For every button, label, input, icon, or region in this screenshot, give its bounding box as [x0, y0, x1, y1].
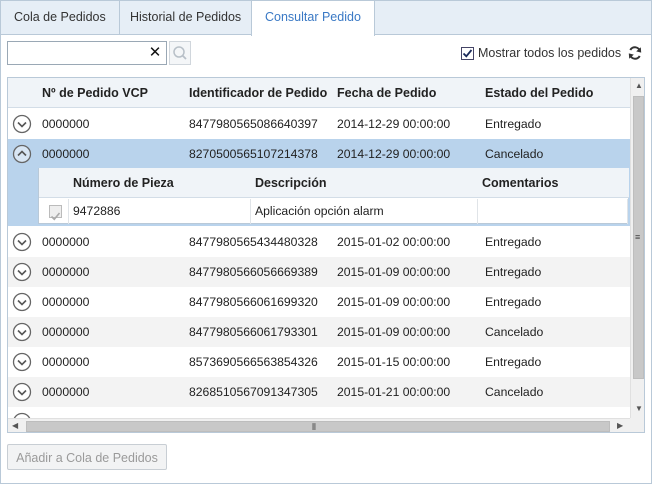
- expand-icon[interactable]: [12, 232, 32, 252]
- cell-order-id: 8477980566061793301: [189, 325, 318, 339]
- col-header-order-date[interactable]: Fecha de Pedido: [337, 78, 436, 108]
- cell-order-date: 2014-12-29 00:00:00: [337, 117, 451, 131]
- table-row[interactable]: 0000000 8477980565086640397 2014-12-29 0…: [8, 109, 630, 139]
- orders-grid: Nº de Pedido VCP Identificador de Pedido…: [7, 77, 645, 433]
- scrollbar-corner: [630, 418, 644, 432]
- refresh-icon: [628, 46, 642, 60]
- cell-vcp: 0000000: [42, 325, 90, 339]
- cell-order-status: Entregado: [485, 295, 542, 309]
- cell-vcp: 0000000: [42, 295, 90, 309]
- expand-icon[interactable]: [12, 382, 32, 402]
- tab-historial-de-pedidos[interactable]: Historial de Pedidos: [117, 1, 256, 35]
- grid-header: Nº de Pedido VCP Identificador de Pedido…: [8, 78, 630, 108]
- cell-vcp: 0000000: [42, 235, 90, 249]
- cell-order-id: 8270500565107214378: [189, 147, 318, 161]
- scroll-down-icon[interactable]: ▼: [635, 404, 643, 414]
- tab-consultar-pedido[interactable]: Consultar Pedido: [251, 1, 375, 36]
- cell-order-status: Entregado: [485, 355, 542, 369]
- detail-header: Número de Pieza Descripción Comentarios: [39, 168, 629, 198]
- detail-row[interactable]: 9472886 Aplicación opción alarm: [39, 199, 629, 224]
- scroll-left-icon[interactable]: ◀: [12, 421, 18, 431]
- cell-vcp: 0000000: [42, 385, 90, 399]
- cell-order-id: 8477980566061699320: [189, 295, 318, 309]
- expand-icon[interactable]: [12, 262, 32, 282]
- refresh-button[interactable]: [627, 45, 643, 61]
- tab-bar: Cola de Pedidos Historial de Pedidos Con…: [1, 1, 651, 36]
- vertical-scroll-thumb[interactable]: ≡: [633, 96, 644, 379]
- cell-vcp: 0000000: [42, 147, 90, 161]
- order-detail-panel: Número de Pieza Descripción Comentarios …: [8, 168, 630, 226]
- detail-row-checkbox[interactable]: [49, 205, 62, 221]
- grip-icon: ≡: [635, 232, 641, 242]
- cell-order-id: 8477980565434480328: [189, 235, 318, 249]
- cell-vcp: 0000000: [42, 265, 90, 279]
- cell-order-date: 2015-01-09 00:00:00: [337, 325, 451, 339]
- consultar-pedido-panel: Cola de Pedidos Historial de Pedidos Con…: [0, 0, 652, 484]
- table-row[interactable]: 0000000 8477980566056669389 2015-01-09 0…: [8, 257, 630, 287]
- show-all-checkbox[interactable]: [461, 47, 474, 60]
- cell-order-status: Entregado: [485, 235, 542, 249]
- horizontal-scroll-thumb[interactable]: ⦀: [26, 421, 610, 432]
- detail-select-cell: [39, 199, 69, 224]
- scroll-right-icon[interactable]: ▶: [617, 421, 623, 431]
- cell-order-date: 2015-01-21 00:00:00: [337, 385, 451, 399]
- cell-order-status: Cancelado: [485, 147, 544, 161]
- add-to-queue-button[interactable]: Añadir a Cola de Pedidos: [7, 444, 167, 470]
- cell-order-id: 8477980565086640397: [189, 117, 318, 131]
- checkmark-icon: [50, 212, 61, 221]
- cell-order-date: 2014-12-29 00:00:00: [337, 147, 451, 161]
- cell-order-date: 2015-01-09 00:00:00: [337, 265, 451, 279]
- tab-cola-de-pedidos[interactable]: Cola de Pedidos: [1, 1, 120, 35]
- cell-order-id: 8268510567091347305: [189, 385, 318, 399]
- checkmark-icon: [462, 49, 473, 58]
- expand-icon[interactable]: [12, 352, 32, 372]
- table-row[interactable]: 0000000 8477980565434480328 2015-01-02 0…: [8, 227, 630, 257]
- scroll-up-icon[interactable]: ▲: [635, 81, 643, 91]
- cell-order-status: Cancelado: [485, 385, 544, 399]
- cell-order-date: 2015-01-15 00:00:00: [337, 355, 451, 369]
- show-all-label: Mostrar todos los pedidos: [478, 46, 622, 60]
- expand-icon[interactable]: [12, 114, 32, 134]
- cell-vcp: 0000000: [42, 355, 90, 369]
- horizontal-scrollbar[interactable]: ◀ ⦀ ▶: [8, 418, 630, 432]
- col-header-order-id[interactable]: Identificador de Pedido: [189, 78, 327, 108]
- grip-icon: ⦀: [312, 422, 316, 432]
- search-input[interactable]: [8, 42, 146, 64]
- grid-viewport: Nº de Pedido VCP Identificador de Pedido…: [8, 78, 630, 418]
- cell-order-status: Cancelado: [485, 325, 544, 339]
- collapse-icon[interactable]: [12, 144, 32, 164]
- detail-col-part-number[interactable]: Número de Pieza: [73, 168, 174, 198]
- order-detail-table: Número de Pieza Descripción Comentarios …: [38, 168, 629, 224]
- detail-cell-description: Aplicación opción alarm: [251, 199, 478, 224]
- table-row-selected[interactable]: 0000000 8270500565107214378 2014-12-29 0…: [8, 139, 630, 169]
- col-header-vcp[interactable]: Nº de Pedido VCP: [42, 78, 148, 108]
- cell-order-status: Entregado: [485, 117, 542, 131]
- detail-col-description[interactable]: Descripción: [255, 168, 327, 198]
- table-row[interactable]: 0000000 8477980566061699320 2015-01-09 0…: [8, 287, 630, 317]
- search-box: ✕: [7, 41, 167, 65]
- expand-icon[interactable]: [12, 292, 32, 312]
- cell-vcp: 0000000: [42, 117, 90, 131]
- cell-order-date: 2015-01-02 00:00:00: [337, 235, 451, 249]
- clear-icon[interactable]: ✕: [148, 44, 162, 62]
- search-button[interactable]: [169, 41, 191, 65]
- vertical-scrollbar[interactable]: ▲ ≡ ▼: [630, 78, 644, 418]
- table-row[interactable]: 0000000 8477980566061793301 2015-01-09 0…: [8, 317, 630, 347]
- table-row[interactable]: 0000000 8268510567091347305 2015-01-21 0…: [8, 377, 630, 407]
- search-icon: [173, 46, 187, 60]
- cell-order-id: 8477980566056669389: [189, 265, 318, 279]
- table-row-partial[interactable]: [8, 407, 630, 418]
- detail-cell-comments[interactable]: [478, 199, 628, 224]
- table-row[interactable]: 0000000 8573690566563854326 2015-01-15 0…: [8, 347, 630, 377]
- cell-order-id: 8573690566563854326: [189, 355, 318, 369]
- detail-cell-part-number: 9472886: [69, 199, 251, 224]
- col-header-order-status[interactable]: Estado del Pedido: [485, 78, 593, 108]
- cell-order-status: Entregado: [485, 265, 542, 279]
- cell-order-date: 2015-01-09 00:00:00: [337, 295, 451, 309]
- expand-icon[interactable]: [12, 322, 32, 342]
- detail-col-comments[interactable]: Comentarios: [482, 168, 558, 198]
